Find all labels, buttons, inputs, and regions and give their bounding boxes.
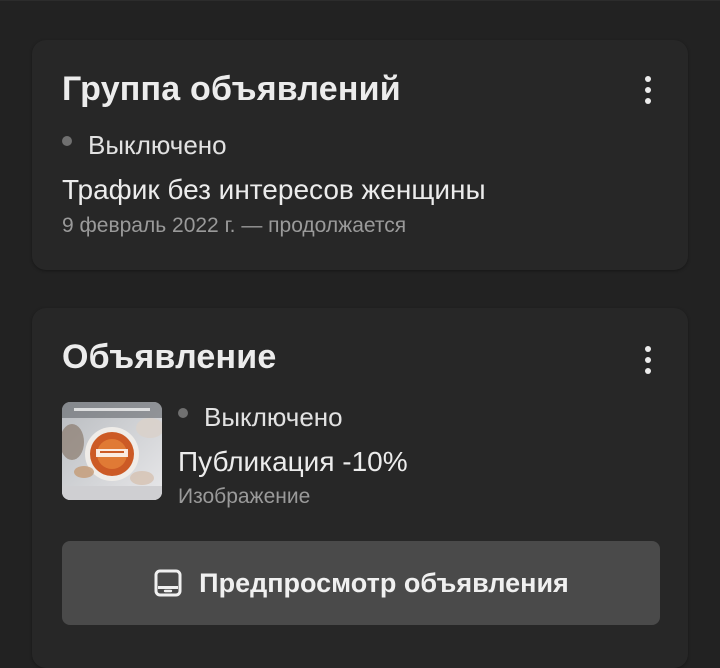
ad-preview-button-label: Предпросмотр объявления <box>199 567 569 598</box>
ad-status-label: Выключено <box>204 402 343 432</box>
status-off-dot-icon <box>178 407 188 418</box>
ad-group-title: Группа объявлений <box>62 70 401 108</box>
ad-format: Изображение <box>178 485 311 508</box>
ad-group-more-menu-icon[interactable] <box>636 70 660 110</box>
ad-group-status-label: Выключено <box>88 130 227 160</box>
top-divider <box>0 0 720 1</box>
ad-title: Объявление <box>62 338 277 376</box>
status-off-dot-icon <box>62 135 72 146</box>
ad-card[interactable]: Объявление Выключено Публикация -10% Изо… <box>32 308 688 668</box>
ad-group-card[interactable]: Группа объявлений Выключено Трафик без и… <box>32 40 688 270</box>
ad-preview-button[interactable]: Предпросмотр объявления <box>62 541 660 625</box>
ad-group-schedule: 9 февраль 2022 г. — продолжается <box>62 214 407 237</box>
ad-group-status: Выключено <box>62 130 227 161</box>
ad-thumbnail-image[interactable] <box>62 402 162 500</box>
ad-more-menu-icon[interactable] <box>636 340 660 380</box>
ad-status: Выключено <box>178 402 343 433</box>
tablet-device-icon <box>154 569 182 597</box>
ad-name: Публикация -10% <box>178 446 408 477</box>
ad-group-name: Трафик без интересов женщины <box>62 174 486 205</box>
